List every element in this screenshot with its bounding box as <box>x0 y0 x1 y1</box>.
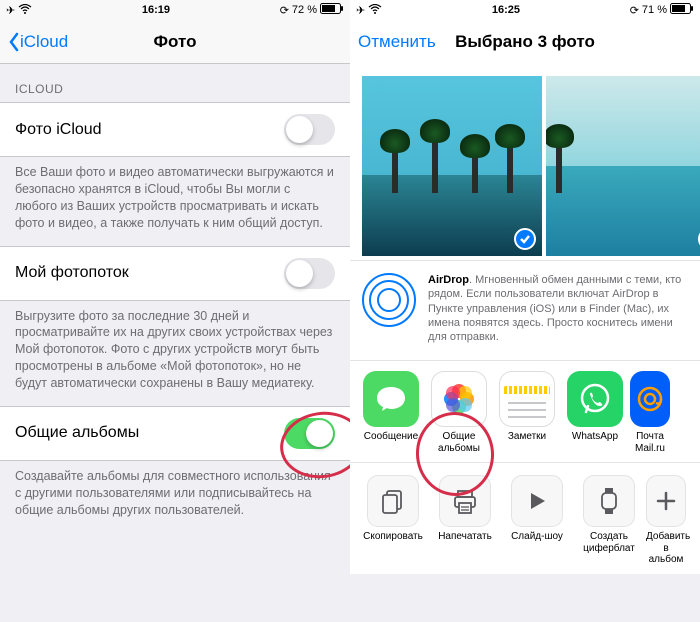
shared-albums-switch[interactable] <box>284 418 335 449</box>
row-label: Фото iCloud <box>15 121 102 139</box>
airplane-mode-icon: ✈︎ <box>356 4 365 17</box>
photo-stream-row[interactable]: Мой фотопоток <box>0 246 350 301</box>
share-apps-row[interactable]: Сообщение Общие альбомы <box>350 360 700 462</box>
cancel-label: Отменить <box>358 32 436 52</box>
status-time: 16:25 <box>492 4 520 16</box>
photos-icon <box>431 371 487 427</box>
battery-pct: 71 % <box>642 4 667 16</box>
row-desc: Создавайте альбомы для совместного испол… <box>0 460 350 533</box>
whatsapp-icon <box>567 371 623 427</box>
section-header: ICLOUD <box>0 64 350 102</box>
photo-thumb[interactable] <box>546 76 700 256</box>
cancel-button[interactable]: Отменить <box>350 32 444 52</box>
nav-bar: Отменить Выбрано 3 фото <box>350 20 700 64</box>
plus-icon <box>646 475 686 527</box>
settings-pane: ✈︎ 16:19 ⟳ 72 % iCloud Фото ICLOUD Фото … <box>0 0 350 622</box>
shared-albums-row[interactable]: Общие альбомы <box>0 406 350 461</box>
airdrop-icon <box>362 273 416 327</box>
action-add-album[interactable]: Добавить в альбом <box>646 475 686 566</box>
icloud-photos-switch[interactable] <box>284 114 335 145</box>
battery-icon <box>320 3 344 17</box>
row-desc: Выгрузите фото за последние 30 дней и пр… <box>0 300 350 406</box>
airdrop-row[interactable]: AirDrop. Мгновенный обмен данными с теми… <box>350 260 700 360</box>
print-icon <box>439 475 491 527</box>
photo-stream-switch[interactable] <box>284 258 335 289</box>
photo-strip[interactable] <box>350 64 700 260</box>
action-watchface[interactable]: Создать циферблат <box>574 475 644 566</box>
back-label: iCloud <box>20 32 68 52</box>
messages-icon <box>363 371 419 427</box>
back-button[interactable]: iCloud <box>0 32 76 52</box>
airplane-mode-icon: ✈︎ <box>6 4 15 17</box>
share-sheet-pane: ✈︎ 16:25 ⟳ 71 % Отменить Выбрано 3 фото <box>350 0 700 622</box>
nav-bar: iCloud Фото <box>0 20 350 64</box>
status-bar: ✈︎ 16:25 ⟳ 71 % <box>350 0 700 20</box>
status-bar: ✈︎ 16:19 ⟳ 72 % <box>0 0 350 20</box>
play-icon <box>511 475 563 527</box>
share-shared-albums[interactable]: Общие альбомы <box>426 371 492 454</box>
action-copy[interactable]: Скопировать <box>358 475 428 566</box>
airdrop-text: AirDrop. Мгновенный обмен данными с теми… <box>428 273 688 344</box>
watch-icon <box>583 475 635 527</box>
notes-icon <box>499 371 555 427</box>
row-label: Общие альбомы <box>15 424 139 442</box>
mailru-icon <box>630 371 670 427</box>
row-desc: Все Ваши фото и видео автоматически выгр… <box>0 156 350 246</box>
icloud-photos-row[interactable]: Фото iCloud <box>0 102 350 157</box>
battery-pct: 72 % <box>292 4 317 16</box>
rotation-lock-icon: ⟳ <box>280 4 289 17</box>
action-slideshow[interactable]: Слайд-шоу <box>502 475 572 566</box>
copy-icon <box>367 475 419 527</box>
wifi-icon <box>18 4 32 17</box>
share-messages[interactable]: Сообщение <box>358 371 424 454</box>
share-whatsapp[interactable]: WhatsApp <box>562 371 628 454</box>
selection-check-icon[interactable] <box>514 228 536 250</box>
wifi-icon <box>368 4 382 17</box>
share-notes[interactable]: Заметки <box>494 371 560 454</box>
chevron-left-icon <box>8 32 20 52</box>
actions-row[interactable]: Скопировать Напечатать Слайд-шоу Создать… <box>350 462 700 574</box>
share-mailru[interactable]: Почта Mail.ru <box>630 371 670 454</box>
status-time: 16:19 <box>142 4 170 16</box>
row-label: Мой фотопоток <box>15 264 129 282</box>
battery-icon <box>670 3 694 17</box>
action-print[interactable]: Напечатать <box>430 475 500 566</box>
rotation-lock-icon: ⟳ <box>630 4 639 17</box>
photo-thumb[interactable] <box>362 76 542 256</box>
